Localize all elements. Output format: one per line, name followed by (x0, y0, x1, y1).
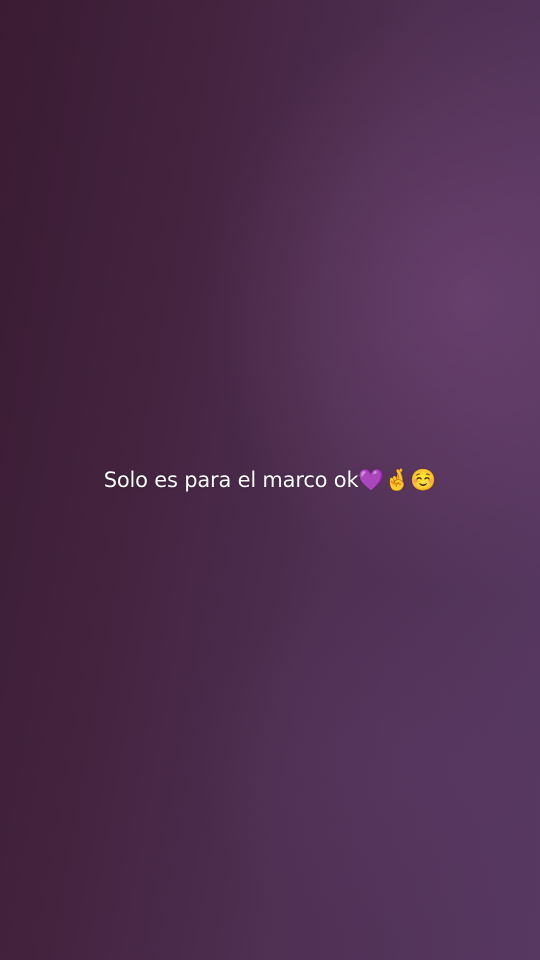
story-caption-text: Solo es para el marco ok💜🤞☺️ (103, 468, 437, 492)
caption-container: Solo es para el marco ok💜🤞☺️ (0, 462, 540, 498)
